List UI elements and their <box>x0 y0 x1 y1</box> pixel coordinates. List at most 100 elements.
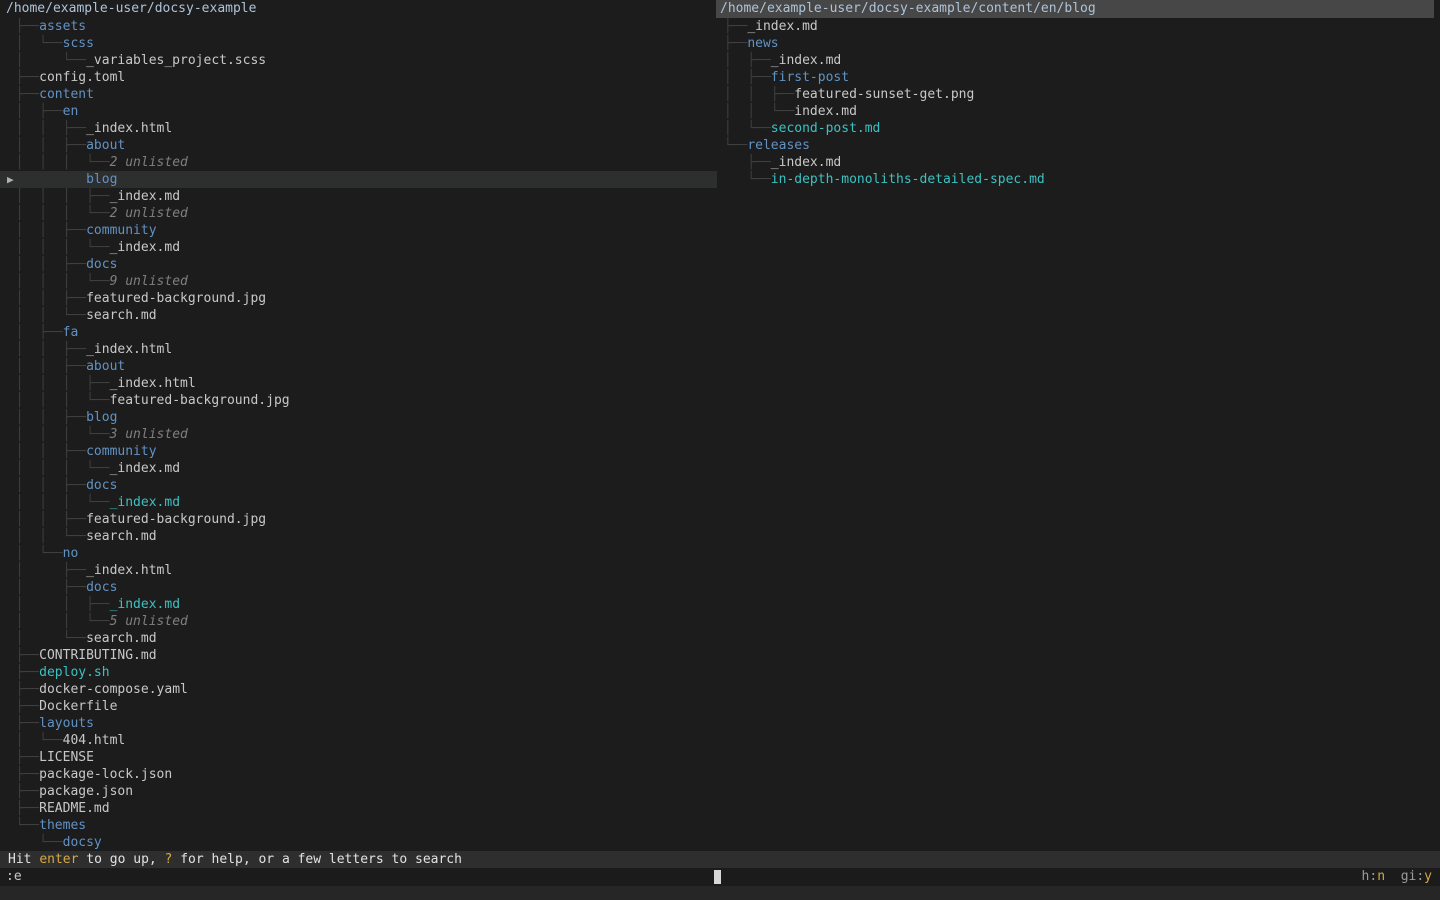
tree-row[interactable]: ├──config.toml <box>0 69 717 86</box>
tree-branch-lines: │ │ │ ├── <box>0 376 110 391</box>
directory-name: about <box>86 359 125 374</box>
tree-branch-lines: │ └── <box>0 733 63 748</box>
tree-row[interactable]: │ │ ├──community <box>0 222 717 239</box>
file-name: search.md <box>86 308 156 323</box>
file-name: _index.md <box>110 461 180 476</box>
tree-row[interactable]: │ └──scss <box>0 35 717 52</box>
tree-row[interactable]: │ │ │ └──_index.md <box>0 460 717 477</box>
tree-row[interactable]: │ │ ├──docs <box>0 477 717 494</box>
tree-branch-lines: │ ├── <box>716 70 771 85</box>
tree-row[interactable]: │ ├──en <box>0 103 717 120</box>
tree-row[interactable]: │ │ │ └──_index.md <box>0 239 717 256</box>
file-name: deploy.sh <box>39 665 109 680</box>
tree-row[interactable]: │ └──404.html <box>0 732 717 749</box>
tree-row[interactable]: │ │ ├──featured-sunset-get.png <box>716 86 1440 103</box>
tree-row[interactable]: └──releases <box>716 137 1440 154</box>
tree-row[interactable]: │ ├──_index.md <box>716 52 1440 69</box>
tree-branch-lines: ├── <box>0 767 39 782</box>
tree-row[interactable]: │ │ └──search.md <box>0 307 717 324</box>
tree-row[interactable]: ├──Dockerfile <box>0 698 717 715</box>
status-bar: Hit enter to go up, ? for help, or a few… <box>0 851 1440 868</box>
tree-row[interactable]: │ ├──first-post <box>716 69 1440 86</box>
tree-row[interactable]: │ │ ├──community <box>0 443 717 460</box>
tree-row[interactable]: ├──CONTRIBUTING.md <box>0 647 717 664</box>
tree-branch-lines: │ │ └── <box>0 308 86 323</box>
tree-row[interactable]: ├──deploy.sh <box>0 664 717 681</box>
tree-row[interactable]: │ │ │ └──2 unlisted <box>0 154 717 171</box>
tree-row[interactable]: │ └──search.md <box>0 630 717 647</box>
tree-row[interactable]: │ │ ├──_index.html <box>0 341 717 358</box>
tree-row[interactable]: │ │ │ └──featured-background.jpg <box>0 392 717 409</box>
tree-row[interactable]: │ └──second-post.md <box>716 120 1440 137</box>
tree-row[interactable]: │ │ ├──featured-background.jpg <box>0 511 717 528</box>
tree-branch-lines: └── <box>716 138 747 153</box>
tree-row[interactable]: │ │ │ └──3 unlisted <box>0 426 717 443</box>
file-name: _index.html <box>86 563 172 578</box>
tree-branch-lines: │ ├── <box>0 563 86 578</box>
tree-row[interactable]: ├──_index.md <box>716 154 1440 171</box>
file-name: _index.md <box>747 19 817 34</box>
tree-row[interactable]: │ │ │ ├──_index.html <box>0 375 717 392</box>
tree-row[interactable]: └──docsy <box>0 834 717 851</box>
tree-branch-lines: ├── <box>716 155 771 170</box>
tree-branch-lines: │ │ │ └── <box>0 274 110 289</box>
directory-name: news <box>747 36 778 51</box>
tree-row[interactable]: │ │ └──search.md <box>0 528 717 545</box>
flag-value: y <box>1424 869 1432 884</box>
tree-row[interactable]: │ │ ├──featured-background.jpg <box>0 290 717 307</box>
directory-name: community <box>86 223 156 238</box>
tree-branch-lines: ├── <box>0 648 39 663</box>
tree-branch-lines: │ └── <box>0 546 63 561</box>
tree-row[interactable]: │ │ ├──about <box>0 137 717 154</box>
tree-row[interactable]: │ │ ├──docs <box>0 256 717 273</box>
tree-row[interactable]: │ │ └──5 unlisted <box>0 613 717 630</box>
tree-branch-lines: │ │ └── <box>0 614 110 629</box>
tree-row[interactable]: ├──layouts <box>0 715 717 732</box>
directory-name: first-post <box>771 70 849 85</box>
tree-row[interactable]: │ ├──fa <box>0 324 717 341</box>
tree-branch-lines: │ ├── <box>716 53 771 68</box>
tree-row[interactable]: ├──content <box>0 86 717 103</box>
tree-row[interactable]: ├──news <box>716 35 1440 52</box>
tree-row[interactable]: ├──docker-compose.yaml <box>0 681 717 698</box>
left-panel-root-path: /home/example-user/docsy-example <box>0 0 717 18</box>
tree-row[interactable]: │ └──no <box>0 545 717 562</box>
tree-branch-lines: │ └── <box>0 53 86 68</box>
command-input-bar[interactable]: :e h:n gi:y <box>0 868 1440 886</box>
tree-row[interactable]: │ │ ├──_index.html <box>0 120 717 137</box>
tree-row[interactable]: ├──README.md <box>0 800 717 817</box>
unlisted-count: 9 unlisted <box>110 274 188 289</box>
tree-row[interactable]: │ │ ├──_index.md <box>0 596 717 613</box>
unlisted-count: 3 unlisted <box>110 427 188 442</box>
tree-branch-lines: │ │ ├── <box>0 359 86 374</box>
tree-branch-lines: ├── <box>0 70 39 85</box>
tree-branch-lines: └── <box>0 835 63 850</box>
tree-row[interactable]: ▶ blog <box>0 171 717 188</box>
tree-row[interactable]: ├──assets <box>0 18 717 35</box>
tree-row[interactable]: │ │ │ └──_index.md <box>0 494 717 511</box>
right-panel-root-path: /home/example-user/docsy-example/content… <box>716 0 1434 18</box>
tree-branch-lines: │ │ │ └── <box>0 393 110 408</box>
tree-row[interactable]: │ │ ├──blog <box>0 409 717 426</box>
tree-row[interactable]: │ │ └──index.md <box>716 103 1440 120</box>
tree-row[interactable]: │ └──_variables_project.scss <box>0 52 717 69</box>
tree-row[interactable]: │ │ │ └──2 unlisted <box>0 205 717 222</box>
tree-row[interactable]: ├──_index.md <box>716 18 1440 35</box>
tree-row[interactable]: └──in-depth-monoliths-detailed-spec.md <box>716 171 1440 188</box>
tree-branch-lines: │ │ └── <box>0 529 86 544</box>
command-input-value[interactable]: :e <box>6 868 22 886</box>
tree-row[interactable]: │ │ ├──about <box>0 358 717 375</box>
tree-branch-lines: │ │ ├── <box>0 597 110 612</box>
directory-name: fa <box>63 325 79 340</box>
directory-name: releases <box>747 138 810 153</box>
tree-row[interactable]: │ ├──docs <box>0 579 717 596</box>
tree-row[interactable]: └──themes <box>0 817 717 834</box>
tree-row[interactable]: ├──LICENSE <box>0 749 717 766</box>
tree-row[interactable]: ├──package-lock.json <box>0 766 717 783</box>
tree-row[interactable]: │ │ │ └──9 unlisted <box>0 273 717 290</box>
file-name: index.md <box>794 104 857 119</box>
file-name: _variables_project.scss <box>86 53 266 68</box>
tree-row[interactable]: │ │ │ ├──_index.md <box>0 188 717 205</box>
tree-row[interactable]: ├──package.json <box>0 783 717 800</box>
tree-row[interactable]: │ ├──_index.html <box>0 562 717 579</box>
